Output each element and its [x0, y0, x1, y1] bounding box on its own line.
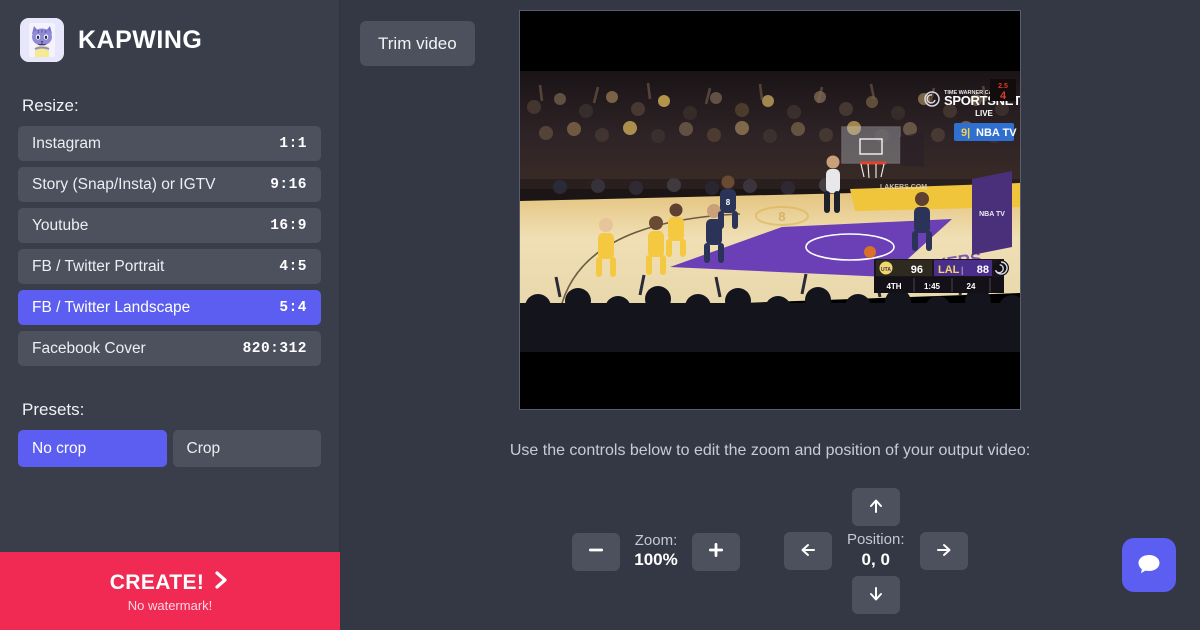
- svg-text:24: 24: [967, 282, 976, 291]
- svg-text:1:45: 1:45: [924, 282, 941, 291]
- presets-row: No crop Crop: [0, 430, 339, 467]
- svg-text:88: 88: [977, 264, 989, 276]
- svg-text:8: 8: [726, 198, 731, 207]
- zoom-value: 100%: [634, 550, 677, 571]
- resize-option-ratio: 820:312: [243, 341, 307, 357]
- position-right-button[interactable]: [920, 532, 968, 570]
- create-button[interactable]: CREATE! No watermark!: [0, 552, 340, 630]
- resize-option-youtube[interactable]: Youtube 16:9: [18, 208, 321, 243]
- svg-text:4: 4: [1000, 90, 1007, 102]
- position-readout: Position: 0, 0: [847, 531, 905, 570]
- resize-option-facebook-cover[interactable]: Facebook Cover 820:312: [18, 331, 321, 366]
- position-value: 0, 0: [847, 550, 905, 571]
- resize-option-fb-twitter-landscape[interactable]: FB / Twitter Landscape 5:4: [18, 290, 321, 325]
- main-panel: Trim video: [340, 0, 1200, 630]
- preset-crop-button[interactable]: Crop: [173, 430, 322, 467]
- resize-option-label: Youtube: [32, 217, 88, 235]
- create-button-subtext: No watermark!: [128, 598, 213, 613]
- basketball-scene: 8 LAKERS LAKERS.COM: [520, 71, 1020, 352]
- resize-option-instagram[interactable]: Instagram 1:1: [18, 126, 321, 161]
- video-preview[interactable]: 8 LAKERS LAKERS.COM: [519, 10, 1021, 410]
- create-button-label: CREATE!: [110, 571, 205, 595]
- trim-video-button[interactable]: Trim video: [360, 21, 475, 66]
- resize-label: Resize:: [0, 96, 339, 116]
- plus-icon: [707, 541, 725, 562]
- zoom-out-button[interactable]: [572, 533, 620, 571]
- cat-logo-icon: [20, 18, 64, 62]
- chevron-right-icon: [214, 570, 230, 596]
- svg-text:LAL: LAL: [938, 264, 960, 276]
- kapwing-app: KAPWING Resize: Instagram 1:1 Story (Sna…: [0, 0, 1200, 630]
- resize-option-label: Facebook Cover: [32, 340, 146, 358]
- preview-hint-text: Use the controls below to edit the zoom …: [340, 442, 1200, 460]
- minus-icon: [587, 541, 605, 562]
- preset-no-crop-button[interactable]: No crop: [18, 430, 167, 467]
- resize-option-ratio: 5:4: [279, 300, 307, 316]
- resize-option-ratio: 4:5: [279, 259, 307, 275]
- video-frame: 8 LAKERS LAKERS.COM: [520, 71, 1020, 352]
- position-up-button[interactable]: [852, 488, 900, 526]
- presets-label: Presets:: [0, 400, 339, 420]
- svg-text:4TH: 4TH: [886, 282, 901, 291]
- resize-option-story[interactable]: Story (Snap/Insta) or IGTV 9:16: [18, 167, 321, 202]
- resize-option-label: FB / Twitter Landscape: [32, 299, 190, 317]
- svg-text:LIVE: LIVE: [975, 109, 993, 118]
- resize-option-ratio: 1:1: [279, 136, 307, 152]
- svg-text:UTA: UTA: [881, 267, 891, 273]
- position-down-button[interactable]: [852, 576, 900, 614]
- arrow-right-icon: [934, 540, 954, 563]
- zoom-in-button[interactable]: [692, 533, 740, 571]
- svg-text:|: |: [961, 265, 963, 275]
- svg-text:NBA TV: NBA TV: [979, 211, 1005, 218]
- svg-text:NBA TV: NBA TV: [976, 127, 1017, 139]
- chat-widget-button[interactable]: [1122, 538, 1176, 592]
- arrow-up-icon: [866, 496, 886, 519]
- resize-option-ratio: 16:9: [270, 218, 307, 234]
- arrow-left-icon: [798, 540, 818, 563]
- edit-controls: Zoom: 100%: [340, 488, 1200, 614]
- svg-text:9|: 9|: [961, 127, 970, 139]
- resize-option-ratio: 9:16: [270, 177, 307, 193]
- arrow-down-icon: [866, 584, 886, 607]
- svg-text:96: 96: [911, 264, 923, 276]
- resize-option-label: Story (Snap/Insta) or IGTV: [32, 176, 215, 194]
- resize-option-label: FB / Twitter Portrait: [32, 258, 164, 276]
- sidebar: KAPWING Resize: Instagram 1:1 Story (Sna…: [0, 0, 340, 630]
- chat-bubble-icon: [1135, 550, 1163, 581]
- resize-options-list: Instagram 1:1 Story (Snap/Insta) or IGTV…: [0, 126, 339, 366]
- position-left-button[interactable]: [784, 532, 832, 570]
- svg-text:2.5: 2.5: [998, 83, 1008, 90]
- svg-text:8: 8: [778, 209, 785, 224]
- zoom-controls: Zoom: 100%: [572, 532, 739, 571]
- zoom-readout: Zoom: 100%: [634, 532, 677, 571]
- position-controls: Position: 0, 0: [784, 488, 968, 614]
- create-button-main: CREATE!: [110, 570, 231, 596]
- zoom-caption: Zoom:: [634, 532, 677, 550]
- brand-name: KAPWING: [78, 26, 202, 55]
- svg-text:LAKERS.COM: LAKERS.COM: [880, 184, 927, 191]
- scoreboard-overlay: UTA 96 LAL | 88 4TH 1:45 24: [874, 259, 1009, 293]
- resize-option-label: Instagram: [32, 135, 101, 153]
- position-caption: Position:: [847, 531, 905, 549]
- resize-option-fb-twitter-portrait[interactable]: FB / Twitter Portrait 4:5: [18, 249, 321, 284]
- brand: KAPWING: [0, 0, 339, 62]
